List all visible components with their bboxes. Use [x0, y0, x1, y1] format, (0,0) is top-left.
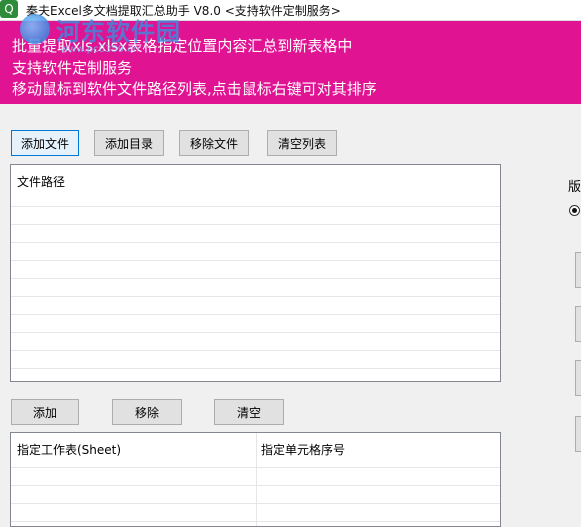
title-bar: Q 秦夫Excel多文档提取汇总助手 V8.0 <支持软件定制服务> [0, 0, 581, 21]
file-path-header: 文件路径 [17, 175, 66, 189]
file-path-list[interactable]: 文件路径 [10, 164, 501, 382]
info-banner: 批量提取xls,xlsx表格指定位置内容汇总到新表格中 支持软件定制服务 移动鼠… [0, 21, 581, 104]
banner-line-3: 移动鼠标到软件文件路径列表,点击鼠标右键可对其排序 [12, 80, 377, 98]
banner-line-1: 批量提取xls,xlsx表格指定位置内容汇总到新表格中 [12, 37, 353, 55]
table-row-line [11, 503, 500, 504]
app-icon: Q [0, 0, 18, 18]
side-button-1[interactable] [575, 252, 581, 288]
list-row-line [11, 206, 500, 207]
list-row-line [11, 314, 500, 315]
list-row-line [11, 224, 500, 225]
column-separator [256, 433, 257, 526]
sheet-cell-table[interactable]: 指定工作表(Sheet) 指定单元格序号 [10, 432, 501, 527]
add-file-button[interactable]: 添加文件 [11, 130, 79, 156]
side-button-3[interactable] [575, 360, 581, 396]
list-row-line [11, 350, 500, 351]
list-row-line [11, 332, 500, 333]
cell-column-header: 指定单元格序号 [261, 443, 346, 457]
remove-sheet-button[interactable]: 移除 [112, 399, 182, 425]
table-row-line [11, 467, 500, 468]
add-sheet-button[interactable]: 添加 [11, 399, 79, 425]
list-row-line [11, 368, 500, 369]
clear-list-button[interactable]: 清空列表 [267, 130, 337, 156]
clear-sheet-button[interactable]: 清空 [214, 399, 284, 425]
list-row-line [11, 296, 500, 297]
banner-line-2: 支持软件定制服务 [12, 59, 133, 77]
version-radio[interactable] [569, 205, 580, 216]
side-button-4[interactable] [575, 416, 581, 452]
list-row-line [11, 260, 500, 261]
sheet-column-header: 指定工作表(Sheet) [17, 443, 122, 457]
list-row-line [11, 278, 500, 279]
add-directory-button[interactable]: 添加目录 [94, 130, 164, 156]
table-row-line [11, 485, 500, 486]
side-button-2[interactable] [575, 306, 581, 342]
remove-file-button[interactable]: 移除文件 [179, 130, 249, 156]
list-row-line [11, 242, 500, 243]
window-title: 秦夫Excel多文档提取汇总助手 V8.0 <支持软件定制服务> [26, 4, 341, 18]
version-group-label: 版 [568, 180, 581, 195]
